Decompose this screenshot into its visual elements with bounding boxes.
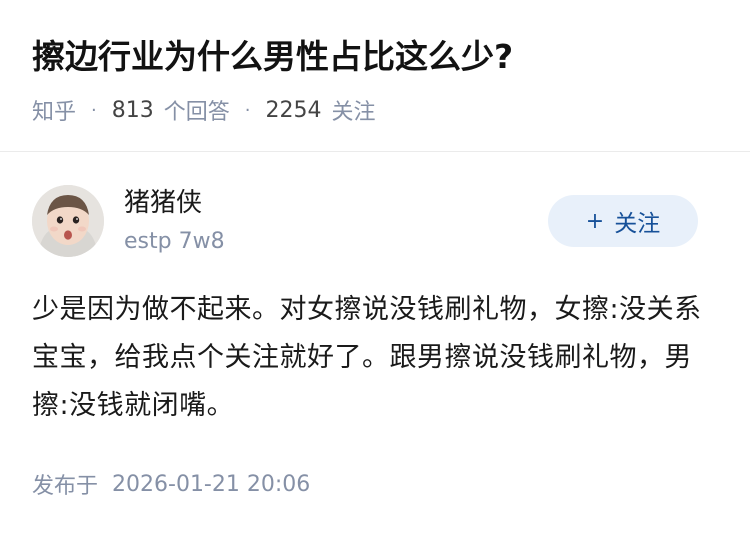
divider (0, 151, 750, 152)
follower-count-label[interactable]: 关注 (332, 94, 376, 126)
zhihu-answer-page: 擦边行业为什么男性占比这么少? 知乎 · 813 个回答 · 2254 关注 猪… (0, 0, 750, 534)
baby-face-avatar-icon (32, 185, 104, 257)
published-label: 发布于 (32, 474, 99, 499)
published-info: 发布于 2026-01-21 20:06 (32, 468, 310, 500)
answer-content: 少是因为做不起来。对女擦说没钱刷礼物，女擦:没关系宝宝，给我点个关注就好了。跟男… (32, 294, 702, 421)
meta-separator: · (244, 99, 251, 121)
answer-count: 813 (111, 97, 154, 123)
question-meta: 知乎 · 813 个回答 · 2254 关注 (32, 94, 376, 126)
published-time: 2026-01-21 20:06 (112, 471, 311, 497)
author-info: 猪猪侠 estp 7w8 + 关注 (32, 185, 702, 260)
source-label[interactable]: 知乎 (32, 94, 76, 126)
follow-button[interactable]: + 关注 (548, 195, 698, 247)
author-bio: estp 7w8 (124, 229, 225, 254)
avatar[interactable] (32, 185, 104, 257)
follower-count: 2254 (265, 97, 322, 123)
follow-button-label: 关注 (614, 211, 661, 237)
meta-separator: · (91, 99, 97, 121)
question-title[interactable]: 擦边行业为什么男性占比这么少? (32, 34, 722, 80)
answer-count-label[interactable]: 个回答 (164, 94, 230, 126)
author-name[interactable]: 猪猪侠 (124, 185, 202, 221)
plus-icon: + (585, 208, 605, 234)
